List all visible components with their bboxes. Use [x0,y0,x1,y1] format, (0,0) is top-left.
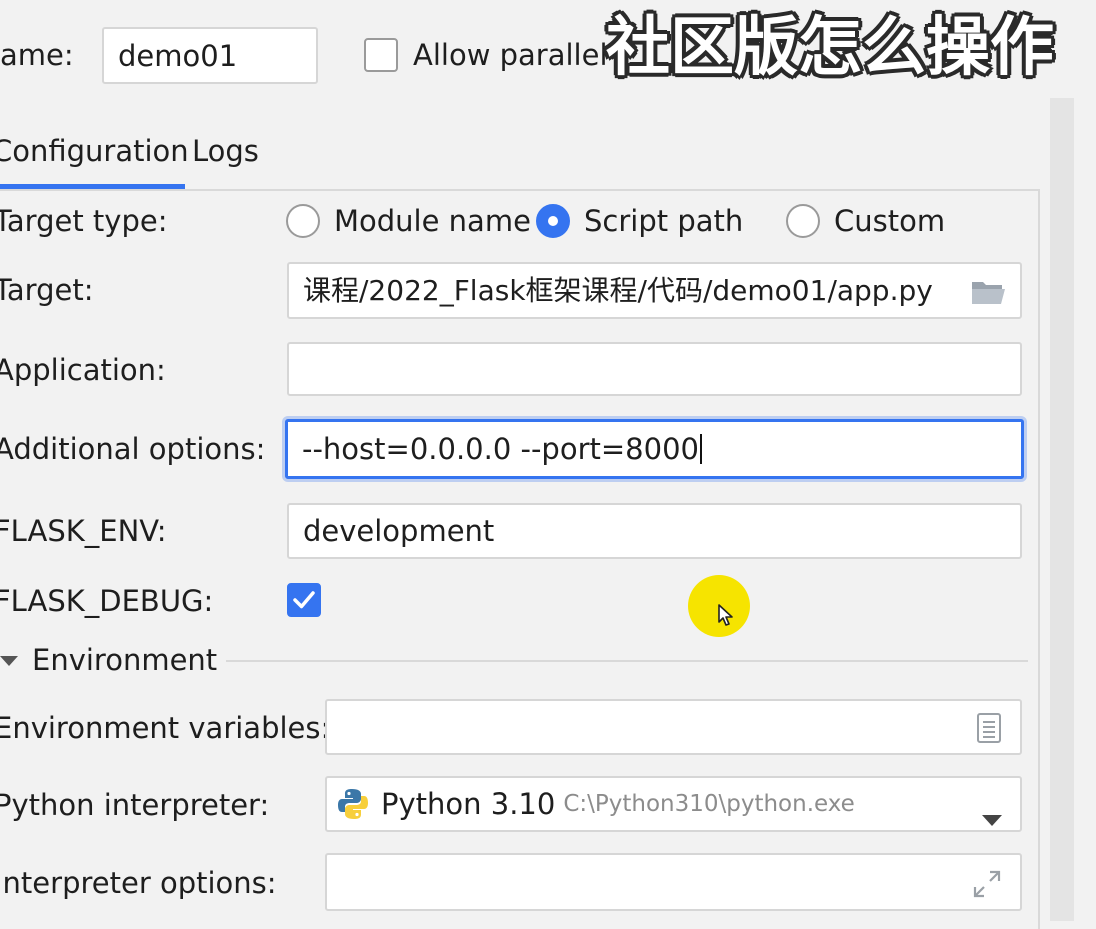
name-input-value: demo01 [118,38,238,73]
interpreter-options-input[interactable] [325,853,1022,911]
vertical-scrollbar[interactable] [1050,98,1074,921]
radio-script-path[interactable] [536,204,570,238]
allow-parallel-checkbox[interactable] [364,38,398,72]
application-label: Application: [0,353,166,387]
radio-custom-label: Custom [834,204,946,238]
tab-configuration[interactable]: Configuration [0,134,189,168]
overlay-caption: 社区版怎么操作 [606,11,1054,85]
python-interpreter-label: Python interpreter: [0,788,270,822]
flask-env-label: FLASK_ENV: [0,514,167,548]
additional-options-label: Additional options: [0,432,266,466]
interpreter-options-label: Interpreter options: [0,866,277,900]
name-label: ame: [0,38,74,72]
environment-section-label[interactable]: Environment [32,643,217,677]
radio-module-name-label: Module name [334,204,531,238]
name-input[interactable]: demo01 [102,27,318,84]
folder-icon[interactable] [970,278,1006,306]
env-vars-input[interactable] [325,699,1022,755]
additional-options-input[interactable]: --host=0.0.0.0 --port=8000 [285,419,1024,479]
document-icon[interactable] [976,712,1002,751]
tab-logs[interactable]: Logs [192,134,259,168]
python-interpreter-name: Python 3.10 [381,787,556,821]
env-vars-label: Environment variables: [0,711,331,745]
python-interpreter-path: C:\Python310\python.exe [563,791,855,817]
flask-debug-checkbox[interactable] [287,583,321,617]
section-divider [226,660,1028,662]
flask-env-value: development [303,514,495,548]
radio-custom[interactable] [786,204,820,238]
target-label: Target: [0,273,94,307]
text-caret [699,434,702,464]
allow-parallel-label: Allow parallel [413,38,608,72]
python-logo-icon [335,786,371,822]
radio-module-name[interactable] [286,204,320,238]
flask-debug-label: FLASK_DEBUG: [0,584,214,618]
additional-options-value: --host=0.0.0.0 --port=8000 [302,432,699,466]
expand-icon[interactable] [972,869,1002,906]
radio-script-path-label: Script path [584,204,744,238]
chevron-down-icon[interactable] [982,800,1002,830]
mouse-cursor-icon [718,604,733,626]
application-input[interactable] [287,342,1022,396]
target-input-value: 课程/2022_Flask框架课程/代码/demo01/app.py [303,273,933,307]
checkmark-icon [293,591,315,609]
target-input[interactable]: 课程/2022_Flask框架课程/代码/demo01/app.py [287,262,1022,319]
triangle-down-icon[interactable] [0,654,18,668]
python-interpreter-select[interactable]: Python 3.10 C:\Python310\python.exe [325,776,1022,832]
flask-env-input[interactable]: development [287,503,1022,559]
target-type-label: Target type: [0,204,168,238]
